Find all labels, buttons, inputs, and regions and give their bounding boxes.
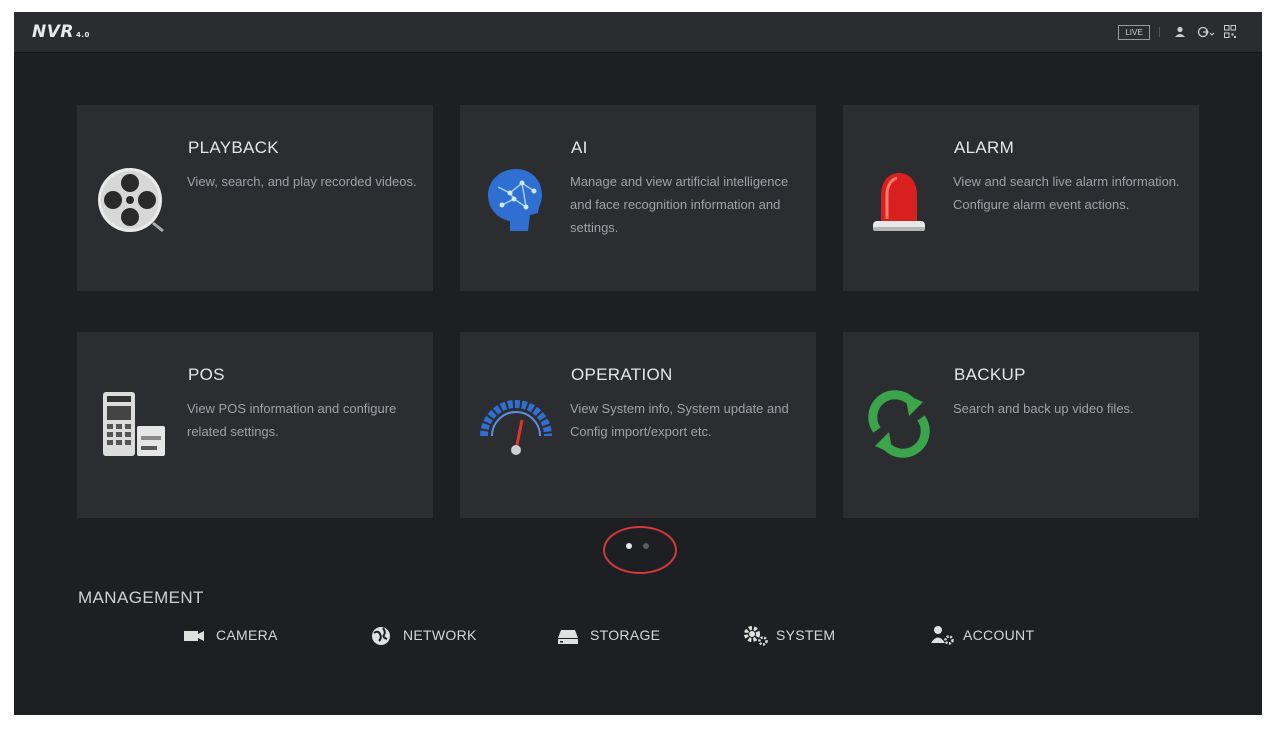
card-operation[interactable]: OPERATION View System info, System updat…: [460, 332, 816, 518]
card-description: View and search live alarm information. …: [953, 174, 1180, 212]
pos-terminal-icon: [103, 392, 165, 456]
page-dot-1[interactable]: [626, 543, 632, 549]
management-title: MANAGEMENT: [78, 588, 204, 607]
account-gear-icon: [931, 626, 954, 645]
card-ai[interactable]: AI Manage and view artificial intelligen…: [460, 105, 816, 291]
top-bar: NVR 4.0 LIVE: [14, 12, 1262, 53]
refresh-arrows-icon: [868, 390, 930, 458]
management-label: NETWORK: [403, 627, 477, 643]
divider: [1159, 27, 1160, 37]
pagination-highlight: [603, 526, 677, 574]
app-logo: NVR 4.0: [32, 22, 90, 42]
card-title: BACKUP: [954, 365, 1026, 384]
management-label: STORAGE: [590, 627, 661, 643]
logout-icon[interactable]: [1197, 25, 1215, 39]
card-description: View, search, and play recorded videos.: [187, 174, 417, 189]
card-description: Search and back up video files.: [953, 401, 1134, 416]
gauge-icon: [480, 400, 552, 455]
qr-code-icon[interactable]: [1224, 25, 1236, 39]
card-playback[interactable]: PLAYBACK View, search, and play recorded…: [77, 105, 433, 291]
card-description: View POS information and configure relat…: [187, 401, 397, 439]
card-title: ALARM: [954, 138, 1015, 157]
card-pos[interactable]: POS View POS information and configure r…: [77, 332, 433, 518]
card-title: PLAYBACK: [188, 138, 279, 157]
network-globe-icon: [372, 627, 390, 645]
card-title: POS: [188, 365, 225, 384]
card-description: Manage and view artificial intelligence …: [570, 174, 789, 235]
management-label: ACCOUNT: [963, 627, 1035, 643]
management-label: SYSTEM: [776, 627, 836, 643]
live-button[interactable]: LIVE: [1118, 25, 1150, 40]
card-backup[interactable]: BACKUP Search and back up video files.: [843, 332, 1199, 518]
camera-icon: [184, 631, 204, 641]
film-reel-icon: [98, 168, 164, 233]
nvr-main-menu: NVR 4.0 LIVE PLAYBACK View, search, and …: [14, 12, 1262, 715]
app-version: 4.0: [75, 31, 90, 39]
card-title: AI: [571, 138, 588, 157]
card-description: View System info, System update and Conf…: [570, 401, 789, 439]
card-title: OPERATION: [571, 365, 673, 384]
user-icon[interactable]: [1173, 25, 1187, 39]
alarm-light-icon: [873, 173, 925, 231]
ai-head-icon: [488, 169, 542, 231]
page-dot-2[interactable]: [643, 543, 649, 549]
management-label: CAMERA: [216, 627, 278, 643]
storage-drive-icon: [558, 630, 578, 644]
gears-icon: [744, 626, 768, 646]
card-alarm[interactable]: ALARM View and search live alarm informa…: [843, 105, 1199, 291]
